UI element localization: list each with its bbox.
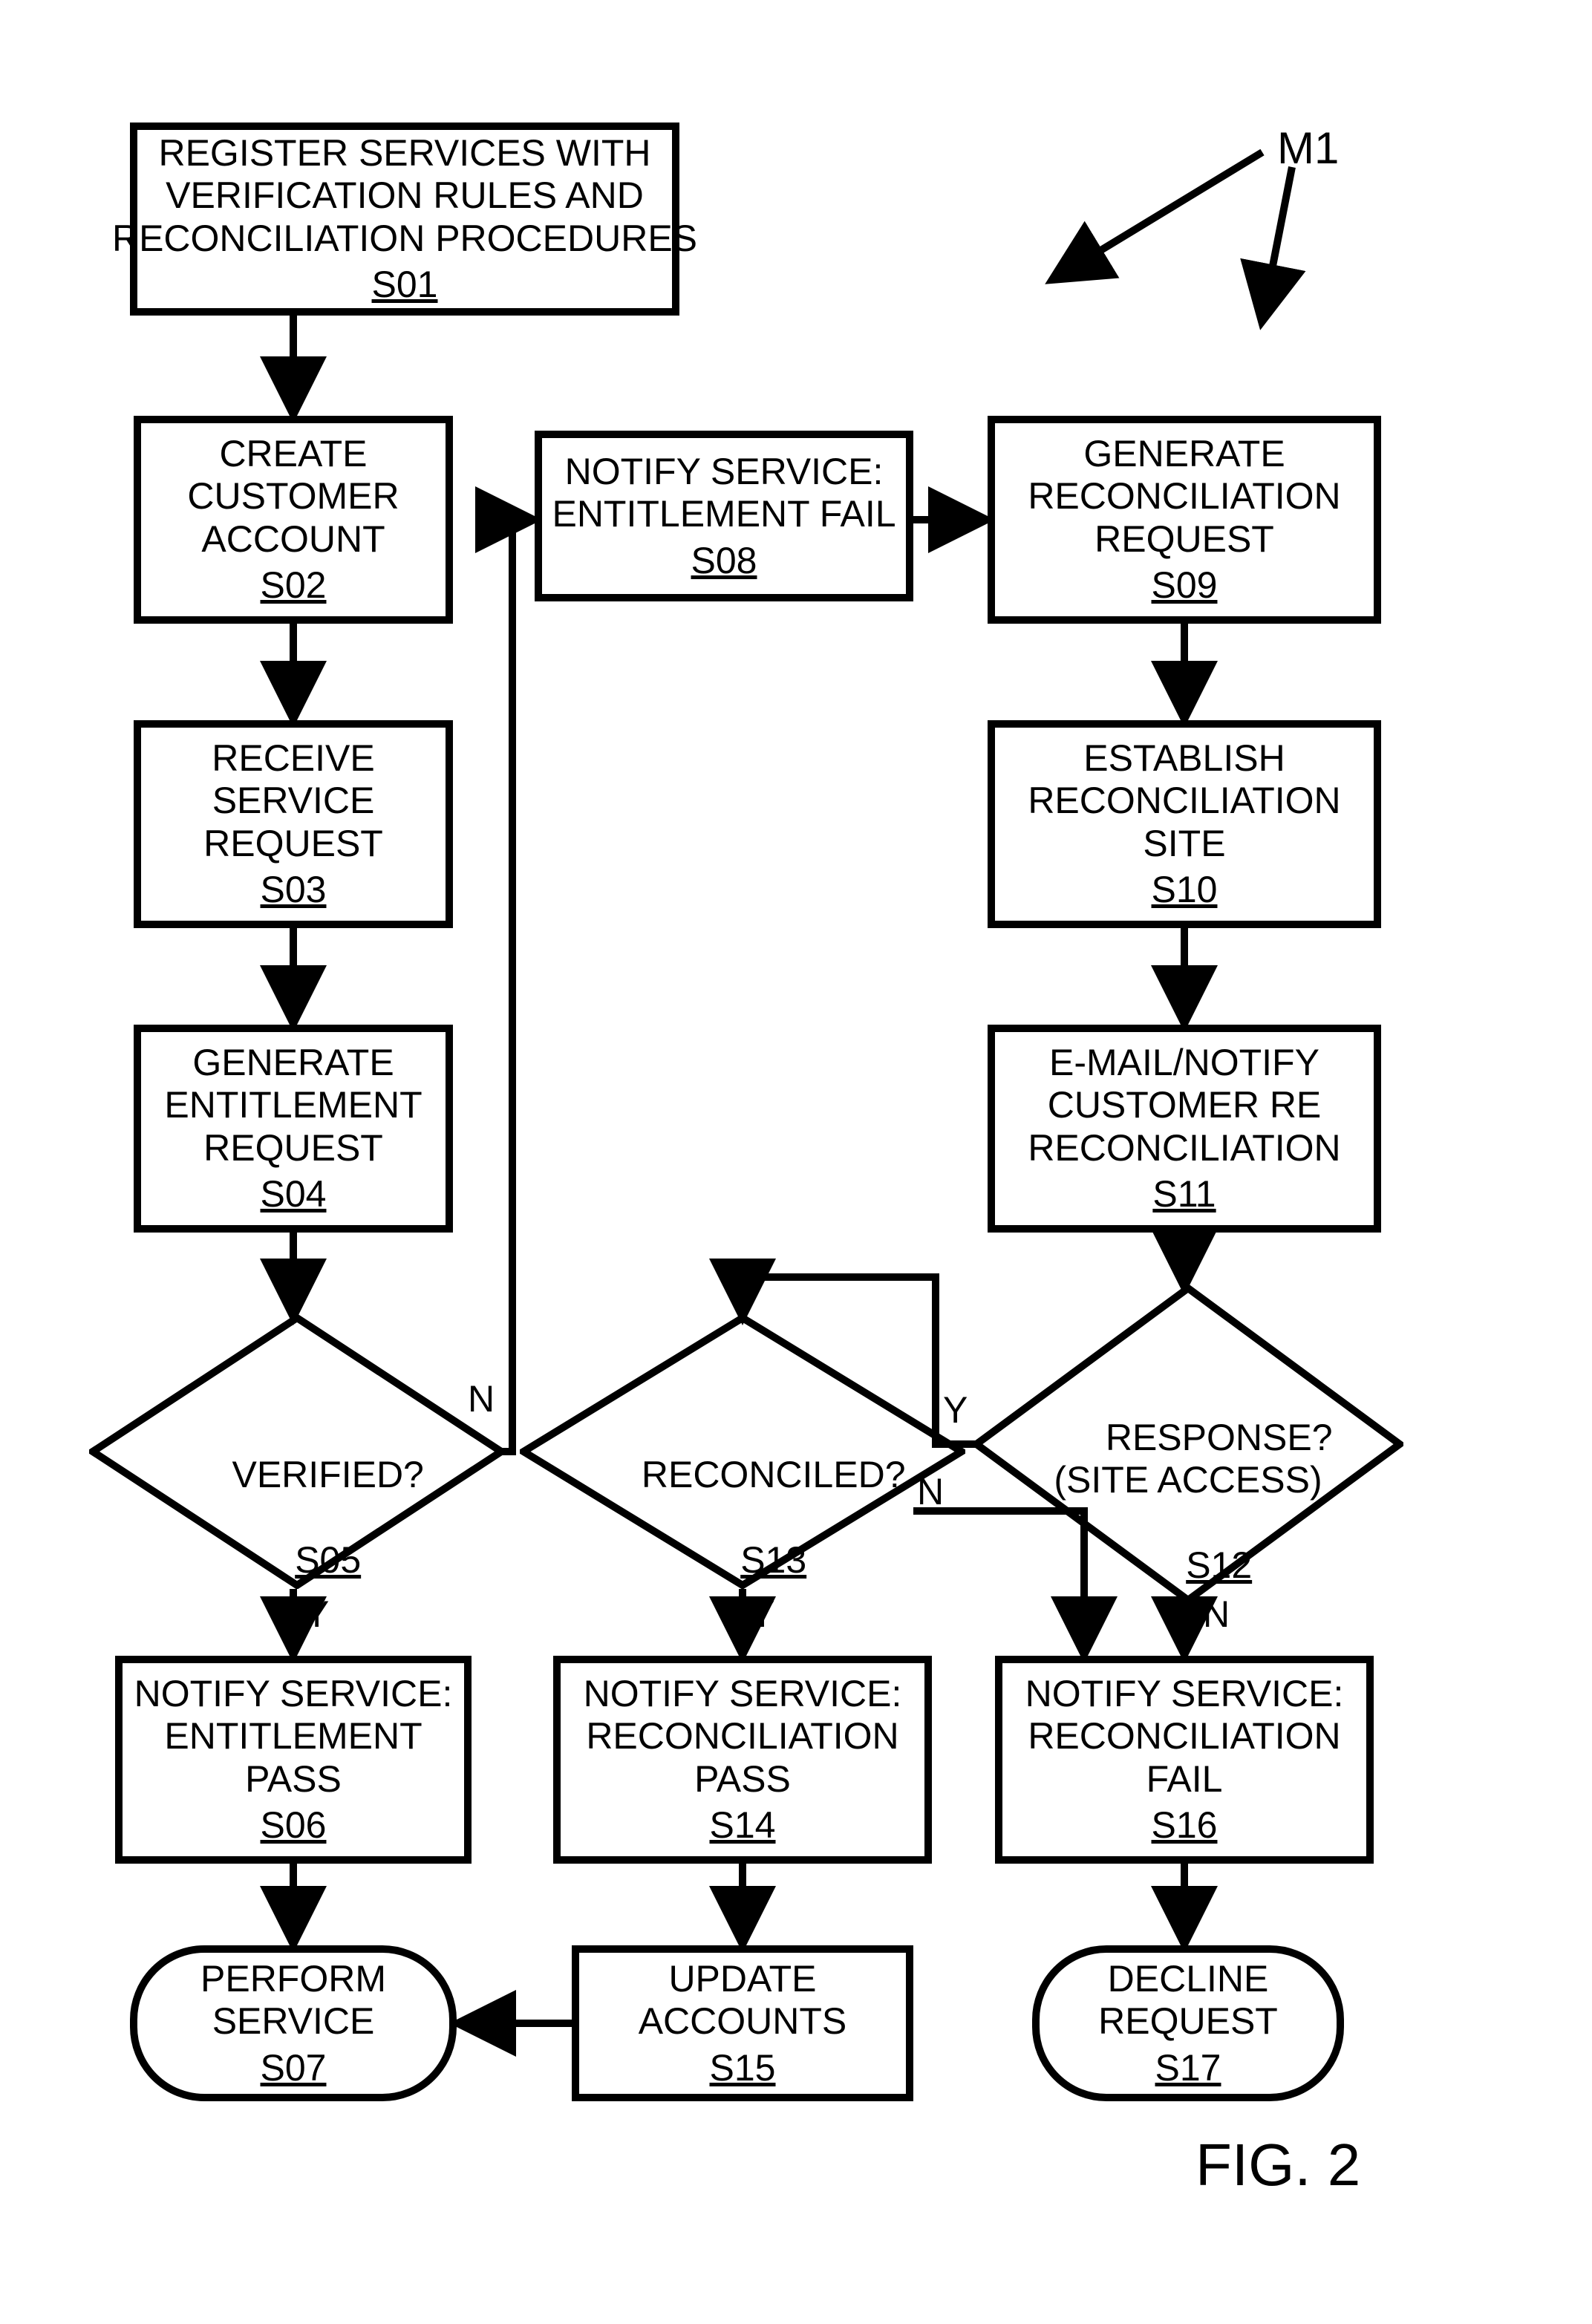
s13-y: Y bbox=[750, 1593, 774, 1636]
s02-label: CREATE CUSTOMER ACCOUNT bbox=[187, 433, 399, 561]
decision-s13: RECONCILED? S13 bbox=[520, 1314, 965, 1589]
s13-question: RECONCILED? bbox=[642, 1454, 906, 1495]
s08-step: S08 bbox=[691, 539, 757, 582]
s14-step: S14 bbox=[710, 1804, 776, 1847]
box-s08: NOTIFY SERVICE: ENTITLEMENT FAIL S08 bbox=[535, 431, 913, 601]
box-s11: E-MAIL/NOTIFY CUSTOMER RE RECONCILIATION… bbox=[988, 1025, 1381, 1233]
s06-label: NOTIFY SERVICE: ENTITLEMENT PASS bbox=[134, 1673, 453, 1801]
s12-y: Y bbox=[943, 1388, 968, 1432]
s01-step: S01 bbox=[372, 263, 438, 306]
s11-step: S11 bbox=[1152, 1172, 1216, 1215]
marker-m1: M1 bbox=[1277, 123, 1339, 174]
s11-label: E-MAIL/NOTIFY CUSTOMER RE RECONCILIATION bbox=[1028, 1042, 1340, 1170]
decision-s05: VERIFIED? S05 bbox=[89, 1314, 505, 1589]
s04-step: S04 bbox=[261, 1172, 327, 1215]
s05-step: S05 bbox=[295, 1539, 361, 1581]
s13-n: N bbox=[917, 1470, 944, 1513]
s09-label: GENERATE RECONCILIATION REQUEST bbox=[1028, 433, 1340, 561]
box-s06: NOTIFY SERVICE: ENTITLEMENT PASS S06 bbox=[115, 1656, 472, 1864]
s03-label: RECEIVE SERVICE REQUEST bbox=[203, 737, 383, 866]
box-s16: NOTIFY SERVICE: RECONCILIATION FAIL S16 bbox=[995, 1656, 1374, 1864]
box-s10: ESTABLISH RECONCILIATION SITE S10 bbox=[988, 720, 1381, 928]
s16-label: NOTIFY SERVICE: RECONCILIATION FAIL bbox=[1025, 1673, 1344, 1801]
figure-label: FIG. 2 bbox=[1195, 2131, 1360, 2199]
s08-label: NOTIFY SERVICE: ENTITLEMENT FAIL bbox=[552, 451, 896, 536]
s15-label: UPDATE ACCOUNTS bbox=[639, 1958, 847, 2043]
s12-step: S12 bbox=[1186, 1544, 1252, 1586]
s13-step: S13 bbox=[740, 1539, 806, 1581]
box-s04: GENERATE ENTITLEMENT REQUEST S04 bbox=[134, 1025, 453, 1233]
s17-label: DECLINE REQUEST bbox=[1098, 1958, 1278, 2043]
s17-step: S17 bbox=[1155, 2046, 1221, 2089]
s09-step: S09 bbox=[1152, 564, 1218, 607]
s05-y: Y bbox=[304, 1593, 329, 1636]
s12-n: N bbox=[1203, 1593, 1230, 1636]
s15-step: S15 bbox=[710, 2046, 776, 2089]
s02-step: S02 bbox=[261, 564, 327, 607]
decision-s12: RESPONSE? (SITE ACCESS) S12 bbox=[973, 1285, 1403, 1604]
s05-n: N bbox=[468, 1377, 495, 1420]
s07-label: PERFORM SERVICE bbox=[200, 1958, 386, 2043]
s07-step: S07 bbox=[261, 2046, 327, 2089]
box-s15: UPDATE ACCOUNTS S15 bbox=[572, 1945, 913, 2101]
s03-step: S03 bbox=[261, 868, 327, 911]
box-s02: CREATE CUSTOMER ACCOUNT S02 bbox=[134, 416, 453, 624]
box-s14: NOTIFY SERVICE: RECONCILIATION PASS S14 bbox=[553, 1656, 932, 1864]
pill-s17: DECLINE REQUEST S17 bbox=[1032, 1945, 1344, 2101]
box-s03: RECEIVE SERVICE REQUEST S03 bbox=[134, 720, 453, 928]
s14-label: NOTIFY SERVICE: RECONCILIATION PASS bbox=[584, 1673, 902, 1801]
box-s01: REGISTER SERVICES WITH VERIFICATION RULE… bbox=[130, 123, 679, 316]
s10-step: S10 bbox=[1152, 868, 1218, 911]
s16-step: S16 bbox=[1152, 1804, 1218, 1847]
s10-label: ESTABLISH RECONCILIATION SITE bbox=[1028, 737, 1340, 866]
box-s09: GENERATE RECONCILIATION REQUEST S09 bbox=[988, 416, 1381, 624]
s04-label: GENERATE ENTITLEMENT REQUEST bbox=[164, 1042, 422, 1170]
s06-step: S06 bbox=[261, 1804, 327, 1847]
pill-s07: PERFORM SERVICE S07 bbox=[130, 1945, 457, 2101]
s05-question: VERIFIED? bbox=[232, 1454, 423, 1495]
flowchart: M1 REGISTER SERVICES WITH VERIFICATION R… bbox=[0, 0, 1592, 2324]
s01-label: REGISTER SERVICES WITH VERIFICATION RULE… bbox=[112, 132, 697, 261]
s12-question: RESPONSE? (SITE ACCESS) bbox=[1054, 1417, 1332, 1501]
